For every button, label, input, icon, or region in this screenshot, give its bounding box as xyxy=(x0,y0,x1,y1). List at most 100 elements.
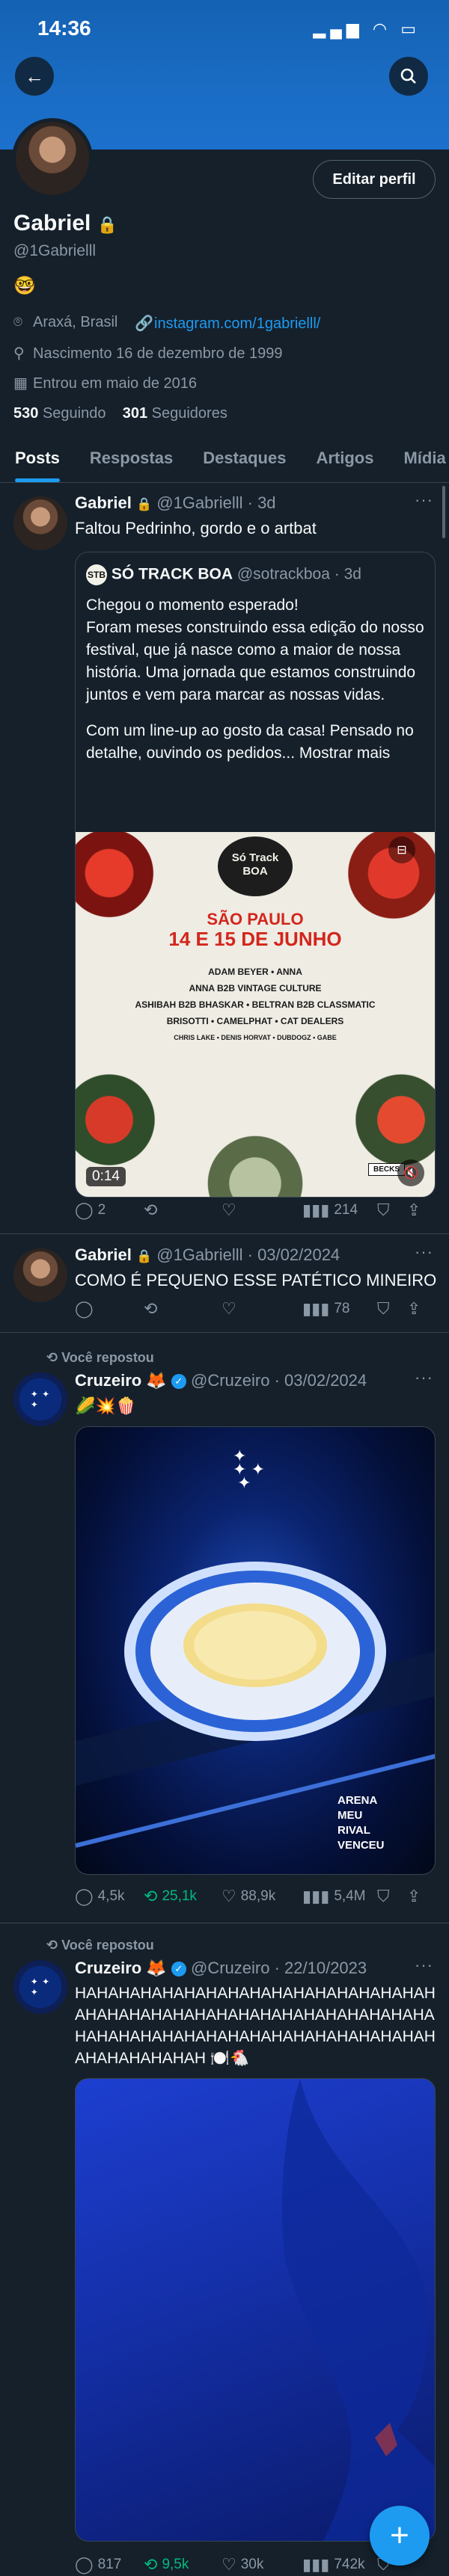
post-author-handle: @1Gabrielll xyxy=(156,493,243,512)
compose-icon: + xyxy=(390,2517,409,2554)
repost-label: Você repostou xyxy=(61,1350,154,1365)
post-time: · 03/02/2024 xyxy=(247,1245,340,1264)
bookmark-icon: ⛉ xyxy=(377,1201,390,1219)
post-author-name[interactable]: Cruzeiro 🦊 xyxy=(75,1371,167,1390)
views-button[interactable]: ▮▮▮ 5,4M xyxy=(302,1887,377,1906)
reply-button[interactable]: ◯ xyxy=(75,1299,144,1319)
quoted-post[interactable]: STB SÓ TRACK BOA @sotrackboa · 3d Chegou… xyxy=(75,552,436,1198)
reply-button[interactable]: ◯ 2 xyxy=(75,1201,144,1220)
post-author-name[interactable]: Gabriel xyxy=(75,493,132,512)
views-icon: ▮▮▮ xyxy=(302,1887,330,1905)
reply-icon: ◯ xyxy=(75,2555,94,2574)
bookmark-button[interactable]: ⛉ xyxy=(377,1201,407,1220)
more-icon[interactable]: ··· xyxy=(415,1368,433,1387)
tab-artigos[interactable]: Artigos xyxy=(301,437,388,482)
lock-icon: 🔒 xyxy=(97,215,118,234)
following-count: 530 xyxy=(13,405,39,422)
like-button[interactable]: ♡ 88,9k xyxy=(222,1887,302,1906)
mute-icon[interactable]: 🔇 xyxy=(397,1159,424,1186)
post-avatar[interactable] xyxy=(13,1248,67,1302)
repost-icon: ⟲ xyxy=(46,1350,58,1365)
tab-label: Posts xyxy=(15,449,60,467)
divider xyxy=(0,1233,449,1234)
views-button[interactable]: ▮▮▮ 78 xyxy=(302,1299,377,1319)
profile-name-text: Gabriel xyxy=(13,211,91,235)
profile-website[interactable]: 🔗instagram.com/1gabrielll/ xyxy=(135,314,320,333)
repost-icon: ⟲ xyxy=(46,1938,58,1953)
show-more-link[interactable]: Mostrar mais xyxy=(299,745,390,762)
like-icon: ♡ xyxy=(222,1887,236,1905)
post-author-handle: @1Gabrielll xyxy=(156,1245,243,1264)
repost-indicator: ⟲ Você repostou xyxy=(46,1350,154,1366)
festival-logo: Só Track BOA xyxy=(218,836,293,896)
following-link[interactable]: 530 Seguindo xyxy=(13,405,106,422)
post-actions: ◯ ⟲ ♡ ▮▮▮ 78 ⛉ ⇪ xyxy=(75,1299,436,1319)
image-caption: ARENA MEU RIVAL VENCEU xyxy=(337,1794,385,1852)
share-button[interactable]: ⇪ xyxy=(407,1299,430,1319)
quote-time: · 3d xyxy=(334,565,361,583)
post-avatar[interactable]: ✦ ✦ ✦ xyxy=(13,1960,67,2014)
tab-destaques[interactable]: Destaques xyxy=(188,437,301,482)
scrollbar[interactable] xyxy=(442,486,445,538)
post-avatar[interactable]: ✦ ✦ ✦ xyxy=(13,1372,67,1426)
views-icon: ▮▮▮ xyxy=(302,1299,330,1318)
repost-button[interactable]: ⟲ xyxy=(144,1201,222,1220)
post-author-name[interactable]: Cruzeiro 🦊 xyxy=(75,1959,167,1977)
repost-button[interactable]: ⟲ 9,5k xyxy=(144,2555,222,2575)
bookmark-icon: ⛉ xyxy=(377,1887,390,1905)
gif-toggle-icon[interactable]: ⊟ xyxy=(388,836,415,863)
tab-respostas[interactable]: Respostas xyxy=(75,437,188,482)
location-text: Araxá, Brasil xyxy=(33,314,118,330)
joined-text: Entrou em maio de 2016 xyxy=(33,375,198,392)
more-icon[interactable]: ··· xyxy=(415,490,433,510)
more-icon[interactable]: ··· xyxy=(415,1956,433,1975)
back-arrow-icon: ← xyxy=(25,64,44,87)
post-image[interactable]: ✦ ✦ ✦ ✦ ARENA MEU RIVAL VENCEU xyxy=(75,1426,436,1875)
birthday-icon: ⚲ xyxy=(13,345,25,362)
edit-profile-button[interactable]: Editar perfil xyxy=(313,160,436,199)
compose-button[interactable]: + xyxy=(370,2506,430,2566)
reply-button[interactable]: ◯ 4,5k xyxy=(75,1887,144,1906)
share-icon: ⇪ xyxy=(407,1299,421,1318)
repost-button[interactable]: ⟲ 25,1k xyxy=(144,1887,222,1906)
views-count: 5,4M xyxy=(334,1888,366,1904)
like-button[interactable]: ♡ 30k xyxy=(222,2555,302,2575)
tab-posts[interactable]: Posts xyxy=(0,437,75,482)
like-button[interactable]: ♡ xyxy=(222,1201,302,1220)
divider xyxy=(0,1332,449,1333)
repost-button[interactable]: ⟲ xyxy=(144,1299,222,1319)
lineup-line: ASHIBAH B2B BHASKAR • BELTRAN B2B CLASSM… xyxy=(135,999,376,1010)
active-tab-indicator xyxy=(15,478,60,482)
website-link[interactable]: instagram.com/1gabrielll/ xyxy=(154,315,320,332)
post-image[interactable] xyxy=(75,2078,436,2542)
search-icon xyxy=(400,68,416,84)
lineup-line: ADAM BEYER • ANNA xyxy=(208,967,302,977)
views-button[interactable]: ▮▮▮ 742k xyxy=(302,2555,377,2575)
profile-tabs: Posts Respostas Destaques Artigos Mídia xyxy=(0,437,449,483)
link-icon: 🔗 xyxy=(135,315,153,332)
search-button[interactable] xyxy=(389,57,428,96)
views-count: 214 xyxy=(334,1202,358,1218)
post-author-name[interactable]: Gabriel xyxy=(75,1245,132,1264)
profile-avatar[interactable] xyxy=(12,118,93,199)
tab-label: Respostas xyxy=(89,449,174,467)
share-button[interactable]: ⇪ xyxy=(407,1201,430,1220)
reply-button[interactable]: ◯ 817 xyxy=(75,2555,144,2575)
quote-line: Chegou o momento esperado! xyxy=(86,597,299,614)
post-avatar[interactable] xyxy=(13,496,67,550)
like-button[interactable]: ♡ xyxy=(222,1299,302,1319)
back-button[interactable]: ← xyxy=(15,57,54,96)
tab-midia[interactable]: Mídia xyxy=(388,437,449,482)
views-button[interactable]: ▮▮▮ 214 xyxy=(302,1201,377,1220)
flower-decoration xyxy=(188,1131,323,1197)
more-icon[interactable]: ··· xyxy=(415,1242,433,1262)
followers-link[interactable]: 301 Seguidores xyxy=(123,405,227,422)
share-button[interactable]: ⇪ xyxy=(407,1887,430,1906)
bookmark-button[interactable]: ⛉ xyxy=(377,1887,407,1906)
post-text: 🌽💥🍿 xyxy=(75,1396,137,1415)
post-actions: ◯ 4,5k ⟲ 25,1k ♡ 88,9k ▮▮▮ 5,4M ⛉ ⇪ xyxy=(75,1887,436,1906)
post-header: Cruzeiro 🦊 ✓ @Cruzeiro · 03/02/2024 xyxy=(75,1371,367,1390)
quote-avatar: STB xyxy=(86,564,107,585)
bookmark-button[interactable]: ⛉ xyxy=(377,1299,407,1319)
festival-poster[interactable]: Só Track BOA SÃO PAULO 14 E 15 DE JUNHO … xyxy=(76,832,435,1197)
